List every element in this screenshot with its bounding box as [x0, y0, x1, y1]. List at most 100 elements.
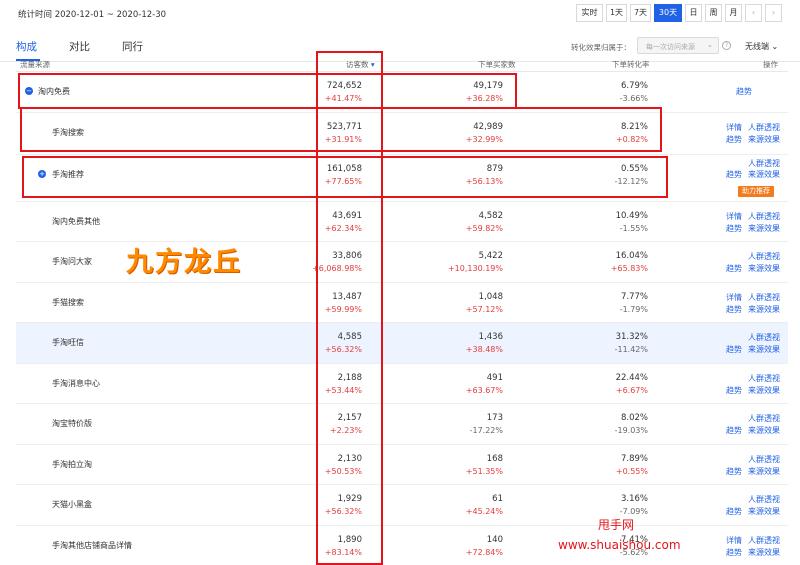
expand-icon[interactable]: + — [38, 169, 46, 178]
column-header-visitors[interactable]: 访客数 ▾ — [346, 59, 375, 70]
source-effect-link[interactable]: 来源效果 — [748, 466, 780, 477]
audience-insight-link[interactable]: 人群透视 — [748, 122, 780, 133]
visitors-value: 4,585 — [337, 332, 362, 342]
rate-delta: -12.12% — [614, 176, 648, 186]
trend-link[interactable]: 趋势 — [726, 385, 742, 396]
buyers-cell: 42,989 +32.99% — [393, 113, 503, 153]
range-button-group: 实时 1天 7天 30天 日 周 月 ‹ › — [573, 4, 782, 22]
visitors-value: 33,806 — [332, 251, 362, 261]
trend-link[interactable]: 趋势 — [726, 134, 742, 145]
audience-insight-link[interactable]: 人群透视 — [748, 251, 780, 262]
rate-delta: +0.82% — [615, 134, 648, 144]
visitors-value: 43,691 — [332, 210, 362, 221]
audience-insight-link[interactable]: 人群透视 — [748, 494, 780, 505]
range-button-day[interactable]: 日 — [685, 4, 702, 22]
visitors-value: 2,157 — [337, 413, 362, 423]
trend-link[interactable]: 趋势 — [726, 304, 742, 315]
visitors-cell: 2,130 +50.53% — [252, 445, 362, 485]
source-effect-link[interactable]: 来源效果 — [748, 344, 780, 355]
buyers-delta: +59.82% — [465, 223, 503, 233]
range-button-week[interactable]: 周 — [705, 4, 722, 22]
range-button-realtime[interactable]: 实时 — [576, 4, 603, 22]
rate-value: 16.04% — [615, 251, 648, 261]
trend-link[interactable]: 趋势 — [736, 86, 752, 97]
row-actions: 人群透视 趋势 来源效果 — [716, 364, 788, 404]
buyers-delta: +63.67% — [465, 385, 503, 395]
detail-link[interactable]: 详情 — [726, 292, 742, 303]
audience-insight-link[interactable]: 人群透视 — [748, 211, 780, 222]
audience-insight-link[interactable]: 人群透视 — [748, 454, 780, 465]
source-effect-link[interactable]: 来源效果 — [748, 425, 780, 436]
trend-link[interactable]: 趋势 — [726, 425, 742, 436]
device-select[interactable]: 无线端 ⌄ — [745, 41, 778, 52]
source-name: 手淘其他店铺商品详情 — [52, 540, 132, 550]
buyers-cell: 1,436 +38.48% — [393, 323, 503, 363]
row-actions: 详情 人群透视 趋势 来源效果 — [716, 526, 788, 565]
rate-value: 7.77% — [620, 291, 648, 302]
source-name: 手淘拍立淘 — [52, 459, 92, 469]
range-button-30d[interactable]: 30天 — [654, 4, 682, 22]
detail-link[interactable]: 详情 — [726, 122, 742, 133]
buyers-value: 49,179 — [473, 81, 503, 91]
collapse-icon[interactable]: − — [25, 87, 33, 95]
rate-delta: +6.67% — [615, 385, 648, 395]
rate-value: 0.55% — [620, 163, 648, 174]
buyers-cell: 61 +45.24% — [393, 485, 503, 525]
source-effect-link[interactable]: 来源效果 — [748, 169, 780, 180]
chevron-right-icon[interactable]: › — [765, 4, 782, 22]
visitors-delta: +56.32% — [324, 345, 362, 354]
trend-link[interactable]: 趋势 — [726, 506, 742, 517]
source-effect-link[interactable]: 来源效果 — [748, 223, 780, 234]
rate-value: 31.32% — [615, 332, 648, 342]
trend-link[interactable]: 趋势 — [726, 466, 742, 477]
source-effect-link[interactable]: 来源效果 — [748, 304, 780, 315]
buyers-value: 491 — [486, 372, 503, 383]
boost-recommend-button[interactable]: 助力推荐 — [738, 185, 774, 197]
trend-link[interactable]: 趋势 — [726, 344, 742, 355]
detail-link[interactable]: 详情 — [726, 211, 742, 222]
audience-insight-link[interactable]: 人群透视 — [748, 413, 780, 424]
row-actions: 人群透视 趋势 来源效果 — [716, 323, 788, 363]
rate-cell: 16.04% +65.83% — [538, 242, 648, 282]
chevron-left-icon[interactable]: ‹ — [745, 4, 762, 22]
visitors-cell: 33,806 +6,068.98% — [252, 242, 362, 282]
source-effect-link[interactable]: 来源效果 — [748, 506, 780, 517]
visitors-delta: +59.99% — [324, 304, 362, 314]
trend-link[interactable]: 趋势 — [726, 263, 742, 274]
source-effect-link[interactable]: 来源效果 — [748, 385, 780, 396]
range-button-1d[interactable]: 1天 — [606, 4, 627, 22]
buyers-cell: 879 +56.13% — [393, 155, 503, 195]
buyers-cell: 4,582 +59.82% — [393, 202, 503, 242]
buyers-value: 1,436 — [478, 332, 503, 342]
device-select-value: 无线端 — [745, 42, 769, 51]
buyers-delta: +56.13% — [465, 176, 503, 186]
visitors-delta: +83.14% — [324, 547, 362, 557]
source-effect-link[interactable]: 来源效果 — [748, 547, 780, 558]
range-button-month[interactable]: 月 — [725, 4, 742, 22]
audience-insight-link[interactable]: 人群透视 — [748, 535, 780, 546]
audience-insight-link[interactable]: 人群透视 — [748, 158, 780, 169]
rate-value: 10.49% — [615, 210, 648, 221]
audience-insight-link[interactable]: 人群透视 — [748, 292, 780, 303]
table-row: 天猫小黑盒 1,929 +56.32% 61 +45.24% 3.16% -7.09% 人群透… — [16, 485, 788, 526]
trend-link[interactable]: 趋势 — [726, 547, 742, 558]
buyers-delta: +51.35% — [465, 466, 503, 476]
rate-cell: 7.77% -1.79% — [538, 283, 648, 323]
range-button-7d[interactable]: 7天 — [630, 4, 651, 22]
source-effect-link[interactable]: 来源效果 — [748, 263, 780, 274]
trend-link[interactable]: 趋势 — [726, 169, 742, 180]
visitors-delta: +6,068.98% — [312, 264, 362, 273]
source-name: 淘宝特价版 — [52, 419, 92, 428]
visitors-delta: +50.53% — [324, 466, 362, 476]
column-header-ops: 操作 — [763, 60, 778, 69]
help-icon[interactable]: ? — [722, 41, 731, 50]
rate-value: 6.79% — [620, 81, 648, 91]
visitors-cell: 2,188 +53.44% — [252, 364, 362, 404]
watermark-brand: 九方龙丘 — [126, 247, 242, 278]
detail-link[interactable]: 详情 — [726, 535, 742, 546]
trend-link[interactable]: 趋势 — [726, 223, 742, 234]
source-effect-link[interactable]: 来源效果 — [748, 134, 780, 145]
audience-insight-link[interactable]: 人群透视 — [748, 373, 780, 384]
audience-insight-link[interactable]: 人群透视 — [748, 332, 780, 343]
table-row: 手猫搜索 13,487 +59.99% 1,048 +57.12% 7.77% -1.79%… — [16, 283, 788, 323]
